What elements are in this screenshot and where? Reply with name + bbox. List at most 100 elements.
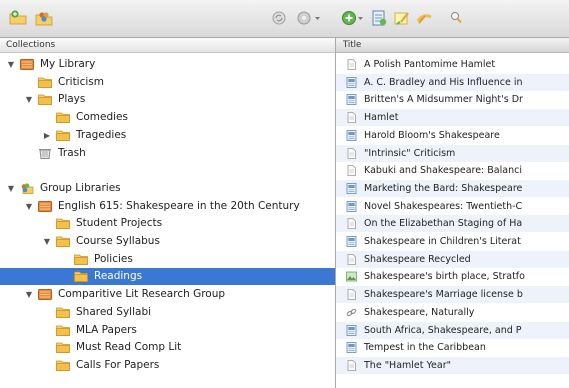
title-column-header[interactable]: Title <box>336 38 569 53</box>
item-title: Shakespeare Recycled <box>364 253 471 265</box>
item-row[interactable]: Kabuki and Shakespeare: Balanci <box>336 162 569 179</box>
collection-my-library[interactable]: ▼ My Library <box>0 56 335 73</box>
item-row[interactable]: Shakespeare's Marriage license b <box>336 286 569 304</box>
collection-tragedies[interactable]: ▶ Tragedies <box>0 127 335 144</box>
collection-label: Course Syllabus <box>76 235 160 247</box>
collection-trash[interactable]: Trash <box>0 145 335 162</box>
item-title: "Intrinsic" Criticism <box>364 147 456 159</box>
new-collection-icon[interactable] <box>9 9 27 27</box>
item-row[interactable]: Novel Shakespeares: Twentieth-C <box>336 198 569 215</box>
document-icon <box>346 289 357 300</box>
disclosure-expanded-icon[interactable]: ▼ <box>6 56 16 73</box>
sync-icon[interactable] <box>271 9 287 27</box>
item-row[interactable]: Shakespeare's birth place, Stratfo <box>336 268 569 285</box>
item-row[interactable]: "Intrinsic" Criticism <box>336 144 569 162</box>
journal-article-icon <box>346 76 357 88</box>
disclosure-expanded-icon[interactable]: ▼ <box>24 198 34 215</box>
item-row[interactable]: Britten's A Midsummer Night's Dr <box>336 91 569 108</box>
item-row[interactable]: A Polish Pantomime Hamlet <box>336 56 569 73</box>
new-group-icon[interactable] <box>34 9 54 27</box>
disclosure-expanded-icon[interactable]: ▼ <box>24 286 34 303</box>
library-icon <box>38 289 52 301</box>
items-pane: Title A Polish Pantomime Hamlet A. C. Bra… <box>336 38 569 388</box>
item-row[interactable]: Shakespeare, Naturally <box>336 304 569 321</box>
document-icon <box>346 253 357 265</box>
collection-calls-for-papers[interactable]: Calls For Papers <box>0 357 335 374</box>
collection-english-615-shakespeare-in-the-20th-century[interactable]: ▼ English 615: Shakespeare in the 20th Ce… <box>0 198 335 215</box>
add-by-identifier-icon[interactable] <box>370 9 388 27</box>
collection-group-libraries[interactable]: ▼ Group Libraries <box>0 180 335 197</box>
folder-icon <box>38 77 52 88</box>
collection-course-syllabus[interactable]: ▼ Course Syllabus <box>0 233 335 250</box>
item-title: Shakespeare in Children's Literat <box>364 236 521 247</box>
disclosure-expanded-icon[interactable]: ▼ <box>24 91 34 108</box>
journal-article-icon <box>346 342 357 354</box>
item-row[interactable]: A. C. Bradley and His Influence in <box>336 73 569 91</box>
item-row[interactable]: Shakespeare Recycled <box>336 250 569 268</box>
item-title: Shakespeare's Marriage license b <box>364 289 523 301</box>
zotero-window: Collections ▼ My Library Criticism ▼ Plays Co… <box>0 0 569 388</box>
image-icon <box>346 271 357 282</box>
collection-shared-syllabi[interactable]: Shared Syllabi <box>0 304 335 321</box>
item-row[interactable]: On the Elizabethan Staging of Ha <box>336 215 569 233</box>
collection-comparitive-lit-research-group[interactable]: ▼ Comparitive Lit Research Group <box>0 286 335 303</box>
journal-article-icon <box>346 324 357 336</box>
document-icon <box>346 59 357 70</box>
document-icon <box>346 112 357 123</box>
item-title: Harold Bloom's Shakespeare <box>364 129 500 141</box>
collection-must-read-comp-lit[interactable]: Must Read Comp Lit <box>0 339 335 356</box>
collection-label: Policies <box>94 252 133 265</box>
collection-criticism[interactable]: Criticism <box>0 74 335 91</box>
collection-label: Comedies <box>76 111 128 124</box>
collection-label: MLA Papers <box>76 323 137 336</box>
library-icon <box>20 59 34 70</box>
disclosure-expanded-icon[interactable]: ▼ <box>6 180 16 197</box>
attach-icon[interactable] <box>416 9 434 27</box>
search-icon[interactable] <box>448 9 464 27</box>
actions-gear-icon[interactable] <box>296 9 322 27</box>
library-icon <box>38 200 52 212</box>
collection-label: Trash <box>58 146 86 159</box>
collection-policies[interactable]: Policies <box>0 251 335 268</box>
collection-mla-papers[interactable]: MLA Papers <box>0 322 335 339</box>
collection-label: Student Projects <box>76 217 163 230</box>
item-title: Marketing the Bard: Shakespeare <box>364 182 523 194</box>
collection-comedies[interactable]: Comedies <box>0 109 335 126</box>
item-row[interactable]: Tempest in the Caribbean <box>336 339 569 356</box>
collection-label: Plays <box>58 93 86 106</box>
item-title: Hamlet <box>364 112 399 124</box>
item-row[interactable]: Harold Bloom's Shakespeare <box>336 127 569 144</box>
disclosure-expanded-icon[interactable]: ▼ <box>42 233 52 250</box>
document-icon <box>346 218 357 230</box>
item-row[interactable]: Shakespeare in Children's Literat <box>336 233 569 250</box>
collection-readings[interactable]: Readings <box>0 268 335 286</box>
new-note-icon[interactable] <box>393 9 411 27</box>
folder-icon <box>74 271 88 283</box>
item-row[interactable]: Hamlet <box>336 109 569 127</box>
item-title: Novel Shakespeares: Twentieth-C <box>364 200 523 212</box>
item-title: Tempest in the Caribbean <box>364 342 486 354</box>
link-icon <box>346 307 357 318</box>
journal-article-icon <box>346 200 357 212</box>
collection-label: Tragedies <box>76 128 127 141</box>
item-title: South Africa, Shakespeare, and P <box>364 324 522 336</box>
item-title: Britten's A Midsummer Night's Dr <box>364 94 523 106</box>
collections-pane: Collections ▼ My Library Criticism ▼ Plays Co… <box>0 38 336 388</box>
collection-student-projects[interactable]: Student Projects <box>0 215 335 232</box>
toolbar <box>0 0 569 38</box>
item-row[interactable]: Marketing the Bard: Shakespeare <box>336 179 569 197</box>
collection-label: Criticism <box>58 75 104 88</box>
folder-icon <box>56 218 70 230</box>
item-title: A. C. Bradley and His Influence in <box>364 76 523 88</box>
item-title: Shakespeare, Naturally <box>364 306 475 318</box>
item-row[interactable]: The "Hamlet Year" <box>336 356 569 374</box>
collection-plays[interactable]: ▼ Plays <box>0 91 335 108</box>
collection-label: Group Libraries <box>40 181 121 194</box>
disclosure-collapsed-icon[interactable]: ▶ <box>42 127 52 144</box>
item-row[interactable]: South Africa, Shakespeare, and P <box>336 321 569 339</box>
item-title: On the Elizabethan Staging of Ha <box>364 218 523 230</box>
collection-label: Readings <box>94 270 143 283</box>
trash-icon <box>38 148 52 159</box>
new-item-icon[interactable] <box>341 9 365 27</box>
